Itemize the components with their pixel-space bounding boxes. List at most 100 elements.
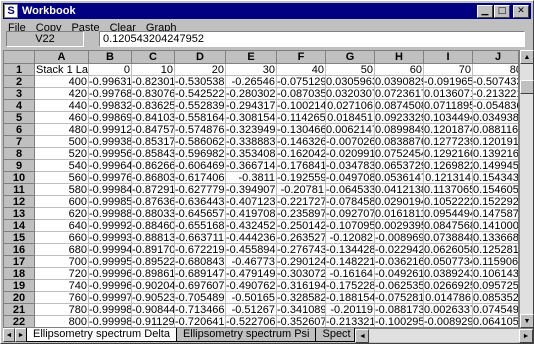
cell-j19[interactable]: 0.0957253 xyxy=(473,280,518,292)
cell-e6[interactable]: -0.323949 xyxy=(226,124,277,136)
cell-j4[interactable]: -0.054836 xyxy=(473,100,518,112)
cell-b8[interactable]: -0.99956 xyxy=(89,148,132,160)
cell-b19[interactable]: -0.999967 xyxy=(89,280,132,292)
cell-f4[interactable]: -0.100214 xyxy=(277,100,326,112)
cell-a2[interactable]: 400 xyxy=(35,76,89,88)
cell-c15[interactable]: -0.888139 xyxy=(132,232,175,244)
cell-i1[interactable]: 70 xyxy=(424,64,473,76)
cell-i2[interactable]: -0.091965 xyxy=(424,76,473,88)
cell-c5[interactable]: -0.841036 xyxy=(132,112,175,124)
cell-i19[interactable]: 0.0266925 xyxy=(424,280,473,292)
cell-h20[interactable]: -0.075281 xyxy=(375,292,424,304)
cell-j12[interactable]: 0.1522921 xyxy=(473,196,518,208)
cell-j9[interactable]: 0.1499458 xyxy=(473,160,518,172)
cell-b15[interactable]: -0.999932 xyxy=(89,232,132,244)
cell-d14[interactable]: -0.655168 xyxy=(175,220,226,232)
app-icon[interactable]: S xyxy=(4,4,18,18)
cell-d15[interactable]: -0.663711 xyxy=(175,232,226,244)
cell-c7[interactable]: -0.853171 xyxy=(132,136,175,148)
cell-b18[interactable]: -0.999961 xyxy=(89,268,132,280)
row-header-18[interactable]: 18 xyxy=(4,268,35,280)
cell-e18[interactable]: -0.479149 xyxy=(226,268,277,280)
cell-g11[interactable]: -0.064533 xyxy=(326,184,375,196)
cell-g4[interactable]: 0.027106 xyxy=(326,100,375,112)
row-header-17[interactable]: 17 xyxy=(4,256,35,268)
cell-a19[interactable]: 740 xyxy=(35,280,89,292)
cell-d2[interactable]: -0.530538 xyxy=(175,76,226,88)
cell-h11[interactable]: 0.0412138 xyxy=(375,184,424,196)
cell-a11[interactable]: 580 xyxy=(35,184,89,196)
cell-d3[interactable]: -0.542522 xyxy=(175,88,226,100)
cell-c12[interactable]: -0.876362 xyxy=(132,196,175,208)
cell-e8[interactable]: -0.353408 xyxy=(226,148,277,160)
cell-g18[interactable]: -0.16164 xyxy=(326,268,375,280)
cell-e21[interactable]: -0.51267 xyxy=(226,304,277,316)
cell-f1[interactable]: 40 xyxy=(277,64,326,76)
cell-h13[interactable]: 0.0161811 xyxy=(375,208,424,220)
cell-h2[interactable]: 0.0390829 xyxy=(375,76,424,88)
row-header-2[interactable]: 2 xyxy=(4,76,35,88)
cell-i18[interactable]: 0.0389243 xyxy=(424,268,473,280)
cell-f9[interactable]: -0.176841 xyxy=(277,160,326,172)
cell-c21[interactable]: -0.908442 xyxy=(132,304,175,316)
cell-a12[interactable]: 600 xyxy=(35,196,89,208)
cell-j6[interactable]: 0.0881162 xyxy=(473,124,518,136)
cell-h3[interactable]: 0.0723617 xyxy=(375,88,424,100)
minimize-icon[interactable]: ▁ xyxy=(477,4,493,18)
cell-h15[interactable]: -0.008969 xyxy=(375,232,424,244)
scroll-up-icon[interactable]: ▲ xyxy=(520,50,534,64)
cell-i13[interactable]: 0.0954494 xyxy=(424,208,473,220)
cell-b9[interactable]: -0.999642 xyxy=(89,160,132,172)
cell-f8[interactable]: -0.162042 xyxy=(277,148,326,160)
cell-d19[interactable]: -0.697607 xyxy=(175,280,226,292)
cell-a7[interactable]: 500 xyxy=(35,136,89,148)
cell-e10[interactable]: -0.3811 xyxy=(226,172,277,184)
sheet-tab[interactable]: Ellipsometry spectrum Psi xyxy=(175,328,317,342)
horizontal-scrollbar[interactable]: ◄ ► xyxy=(355,328,533,343)
cell-d5[interactable]: -0.558164 xyxy=(175,112,226,124)
row-header-16[interactable]: 16 xyxy=(4,244,35,256)
cell-b1[interactable]: 0 xyxy=(89,64,132,76)
cell-b16[interactable]: -0.999946 xyxy=(89,244,132,256)
cell-b14[interactable]: -0.99992 xyxy=(89,220,132,232)
cell-d9[interactable]: -0.606469 xyxy=(175,160,226,172)
cell-reference-box[interactable]: V22 xyxy=(6,31,84,47)
cell-d22[interactable]: -0.720641 xyxy=(175,316,226,327)
cell-c2[interactable]: -0.823017 xyxy=(132,76,175,88)
cell-j21[interactable]: 0.0745497 xyxy=(473,304,518,316)
vertical-scroll-thumb[interactable] xyxy=(520,80,534,94)
cell-e7[interactable]: -0.338883 xyxy=(226,136,277,148)
cell-f5[interactable]: -0.114265 xyxy=(277,112,326,124)
cell-h21[interactable]: -0.088173 xyxy=(375,304,424,316)
cell-f17[interactable]: -0.290124 xyxy=(277,256,326,268)
cell-e1[interactable]: 30 xyxy=(226,64,277,76)
cell-f13[interactable]: -0.235897 xyxy=(277,208,326,220)
cell-a16[interactable]: 680 xyxy=(35,244,89,256)
cell-f2[interactable]: -0.075129 xyxy=(277,76,326,88)
cell-c13[interactable]: -0.880333 xyxy=(132,208,175,220)
cell-d7[interactable]: -0.586062 xyxy=(175,136,226,148)
cell-value-input[interactable]: 0.120543204247952 xyxy=(99,31,525,47)
cell-j15[interactable]: 0.1336689 xyxy=(473,232,518,244)
cell-c9[interactable]: -0.862662 xyxy=(132,160,175,172)
cell-i10[interactable]: 0.121314 xyxy=(424,172,473,184)
cell-g12[interactable]: -0.078458 xyxy=(326,196,375,208)
row-header-13[interactable]: 13 xyxy=(4,208,35,220)
row-header-7[interactable]: 7 xyxy=(4,136,35,148)
row-header-1[interactable]: 1 xyxy=(4,64,35,76)
cell-j5[interactable]: 0.0349389 xyxy=(473,112,518,124)
cell-b11[interactable]: -0.999846 xyxy=(89,184,132,196)
cell-b22[interactable]: -0.999984 xyxy=(89,316,132,327)
close-icon[interactable]: ✕ xyxy=(513,4,529,18)
cell-h6[interactable]: 0.0899849 xyxy=(375,124,424,136)
cell-g22[interactable]: -0.213321 xyxy=(326,316,375,327)
cell-b13[interactable]: -0.999883 xyxy=(89,208,132,220)
cell-i3[interactable]: 0.0136071 xyxy=(424,88,473,100)
scroll-down-icon[interactable]: ▼ xyxy=(520,314,534,328)
cell-e13[interactable]: -0.419708 xyxy=(226,208,277,220)
cell-g5[interactable]: 0.018451 xyxy=(326,112,375,124)
cell-b10[interactable]: -0.999769 xyxy=(89,172,132,184)
cell-f21[interactable]: -0.341089 xyxy=(277,304,326,316)
row-header-12[interactable]: 12 xyxy=(4,196,35,208)
cell-c16[interactable]: -0.891706 xyxy=(132,244,175,256)
